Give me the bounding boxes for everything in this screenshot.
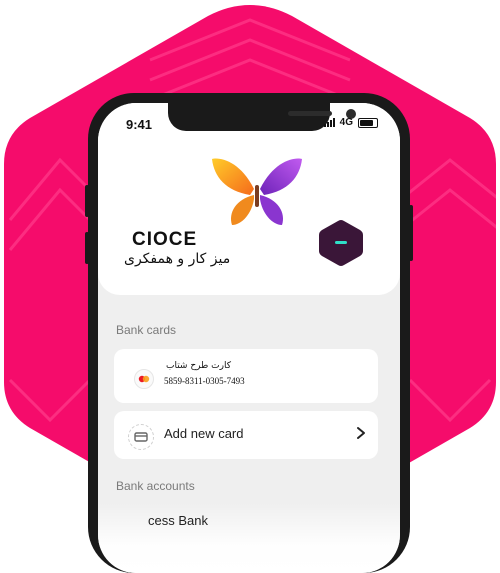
header-card: 9:41 4G CIOCE میز کار و همفکری (98, 103, 400, 295)
phone-side-button (85, 232, 89, 264)
status-indicators: 4G (323, 117, 378, 128)
add-new-card-label: Add new card (164, 426, 244, 441)
bank-card-item[interactable]: کارت طرح شتاب 5859-8311-0305-7493 (114, 349, 378, 403)
signal-icon (323, 118, 335, 127)
add-new-card-button[interactable]: Add new card (114, 411, 378, 459)
phone-side-button (85, 185, 89, 217)
status-time: 9:41 (126, 117, 153, 132)
card-add-icon (128, 424, 154, 450)
card-name: کارت طرح شتاب (166, 361, 231, 371)
brand-name-persian: میز کار و همفکری (124, 251, 231, 267)
minus-icon (335, 241, 347, 244)
bank-cards-title: Bank cards (116, 323, 177, 337)
phone-power-button (409, 205, 413, 261)
phone-screen: 9:41 4G CIOCE میز کار و همفکری Bank card… (98, 103, 400, 573)
bottom-fade (98, 503, 400, 573)
butterfly-logo-icon (212, 158, 302, 225)
chevron-right-icon (356, 426, 366, 445)
battery-icon (358, 117, 378, 128)
hexagon-action-button[interactable] (318, 219, 364, 267)
speaker-grille (288, 111, 332, 116)
mastercard-icon (134, 369, 154, 389)
phone-notch (168, 103, 356, 131)
brand-name-latin: CIOCE (132, 229, 198, 250)
bank-account-item-label[interactable]: cess Bank (148, 513, 208, 528)
bank-accounts-title: Bank accounts (116, 479, 195, 493)
card-number: 5859-8311-0305-7493 (164, 376, 245, 386)
network-label: 4G (339, 117, 353, 128)
